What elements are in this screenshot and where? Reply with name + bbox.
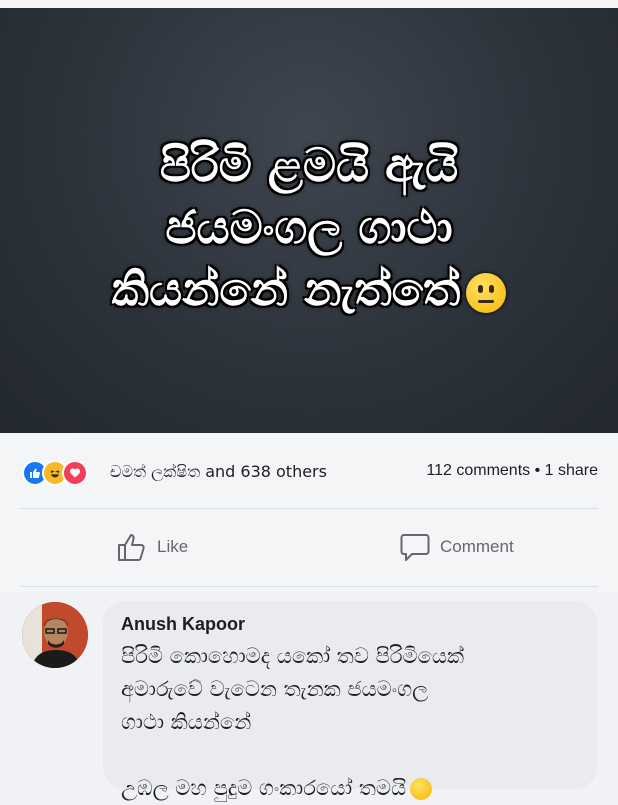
divider [20,586,598,587]
comment-label: Comment [440,537,514,556]
comment-share-count[interactable]: 112 comments • 1 share [426,462,598,480]
divider [20,508,598,509]
smile-emoji [410,778,433,800]
comment-button[interactable]: Comment [398,530,514,564]
comment-author[interactable]: Anush Kapoor [121,614,245,635]
love-reaction-icon [62,460,88,486]
image-text-line-1: පිරිමි ළමයි ඇයි [159,138,459,192]
comment-text: පිරිමි කොහොමද යකෝ තව පිරිමියෙක් අමාරුවේ … [121,640,581,805]
neutral-face-emoji [466,272,507,313]
image-text-line-3-text: කියන්නේ නැත්තේ [111,262,461,316]
post-image[interactable]: පිරිමි ළමයි ඇයි ජයමංගල ගාථා කියන්නේ නැත්… [0,8,618,433]
image-text-line-2: ජයමංගල ගාථා [165,200,453,254]
thumbs-up-icon [118,534,145,561]
post-footer [0,433,618,593]
comment-icon [400,534,430,561]
top-strip [0,0,618,8]
image-text-line-3: කියන්නේ නැත්තේ [0,262,618,318]
like-label: Like [157,537,189,556]
comment-body: පිරිමි කොහොමද යකෝ තව පිරිමියෙක් අමාරුවේ … [121,644,465,800]
like-button[interactable]: Like [115,530,188,564]
avatar[interactable] [22,602,88,668]
reaction-icons[interactable] [22,460,88,486]
reaction-names[interactable]: චමත් ලක්ෂිත and 638 others [110,462,327,482]
